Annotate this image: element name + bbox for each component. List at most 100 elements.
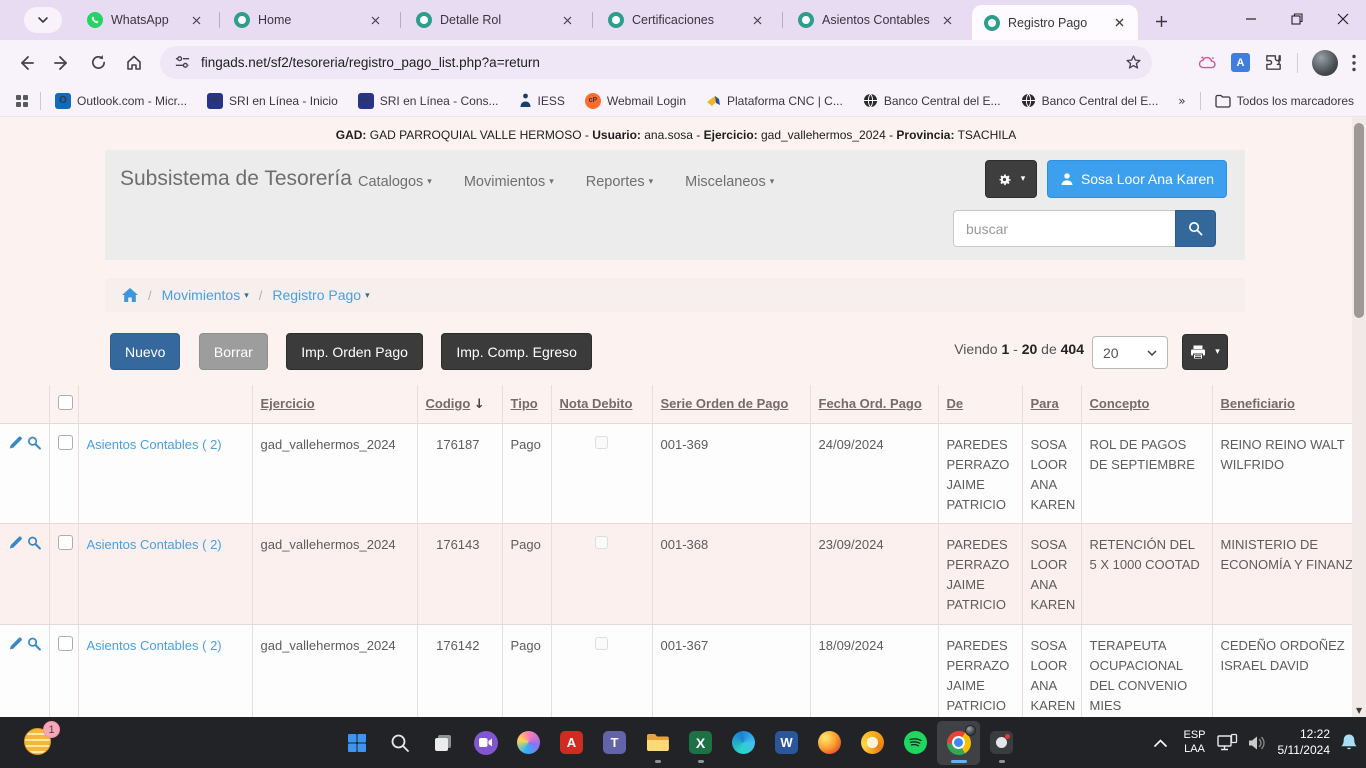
header-codigo[interactable]: Codigo ↓ [417,385,502,423]
tab-home[interactable]: Home [222,0,394,40]
vertical-scrollbar-thumb[interactable] [1354,123,1364,318]
row-checkbox[interactable] [58,636,73,651]
word-button[interactable]: W [765,721,808,765]
taskbar-search-button[interactable] [378,721,421,765]
windows-start-button[interactable] [335,721,378,765]
bookmark-banco-central-1[interactable]: Banco Central del E... [863,93,1001,108]
extensions-puzzle-icon[interactable] [1264,53,1283,72]
header-nota-debito[interactable]: Nota Debito [551,385,652,423]
header-serie-orden-pago[interactable]: Serie Orden de Pago [652,385,810,423]
edit-pencil-icon[interactable] [9,636,23,651]
tab-close-icon[interactable] [748,11,766,29]
excel-button[interactable]: X [679,721,722,765]
edit-pencil-icon[interactable] [9,535,23,550]
notification-bell-icon[interactable] [1340,733,1358,752]
asientos-contables-link[interactable]: Asientos Contables ( 2) [87,537,222,552]
file-explorer-button[interactable] [636,721,679,765]
breadcrumb-movimientos[interactable]: Movimientos▾ [162,287,249,303]
profile-avatar[interactable] [1312,50,1338,76]
edit-pencil-icon[interactable] [9,435,23,450]
task-view-button[interactable] [421,721,464,765]
row-checkbox[interactable] [58,435,73,450]
tab-close-icon[interactable] [1110,14,1128,32]
reload-button[interactable] [82,47,114,79]
spotify-button[interactable] [894,721,937,765]
menu-reportes[interactable]: Reportes▾ [586,174,653,190]
site-settings-icon[interactable] [174,54,191,71]
view-magnifier-icon[interactable] [27,535,41,550]
browser-menu-kebab-icon[interactable] [1352,54,1356,72]
bookmark-cnc[interactable]: Plataforma CNC | C... [706,93,843,108]
chrome-secondary-profile-button[interactable] [851,721,894,765]
menu-catalogos[interactable]: Catalogos▾ [358,174,432,190]
select-all-checkbox[interactable] [49,385,78,423]
chrome-active-button[interactable] [937,721,980,765]
bookmarks-overflow-chevron[interactable]: » [1178,94,1185,108]
back-button[interactable] [10,47,42,79]
bookmark-webmail[interactable]: cP Webmail Login [585,93,686,109]
extension-cloud-icon[interactable] [1197,54,1217,72]
imp-comp-egreso-button[interactable]: Imp. Comp. Egreso [441,333,592,370]
tab-close-icon[interactable] [187,11,205,29]
print-dropdown-button[interactable]: ▾ [1182,334,1228,370]
tab-registro-pago-active[interactable]: Registro Pago [972,5,1138,40]
bookmark-outlook[interactable]: O Outlook.com - Micr... [55,93,187,109]
search-input[interactable] [953,210,1175,247]
nuevo-button[interactable]: Nuevo [110,333,180,370]
header-beneficiario[interactable]: Beneficiario [1212,385,1352,423]
header-ejercicio[interactable]: Ejercicio [252,385,417,423]
bookmark-sri-consultas[interactable]: SRI SRI en Línea - Cons... [358,93,499,109]
home-icon[interactable] [122,288,138,302]
tab-whatsapp[interactable]: WhatsApp [75,0,215,40]
edge-button[interactable] [722,721,765,765]
header-para[interactable]: Para [1022,385,1081,423]
forward-button[interactable] [46,47,78,79]
header-de[interactable]: De [938,385,1022,423]
scroll-down-arrow-icon[interactable]: ▼ [1356,706,1362,715]
breadcrumb-registro-pago[interactable]: Registro Pago▾ [272,287,369,303]
bookmark-sri-inicio[interactable]: SRI SRI en Línea - Inicio [207,93,338,109]
apps-grid-icon[interactable] [14,93,30,109]
url-bar[interactable]: fingads.net/sf2/tesoreria/registro_pago_… [160,46,1152,79]
bookmark-iess[interactable]: IESS [519,93,565,108]
clock-datetime[interactable]: 12:22 5/11/2024 [1278,727,1331,758]
acrobat-button[interactable]: A [550,721,593,765]
all-bookmarks-folder[interactable]: Todos los marcadores [1215,94,1354,108]
settings-gear-button[interactable]: ▾ [985,160,1037,198]
home-button[interactable] [118,47,150,79]
imp-orden-pago-button[interactable]: Imp. Orden Pago [286,333,423,370]
volume-icon[interactable] [1248,735,1268,751]
user-profile-button[interactable]: Sosa Loor Ana Karen [1047,160,1227,198]
tab-search-chevron-button[interactable] [24,7,62,33]
row-checkbox[interactable] [58,535,73,550]
tray-chevron-up-icon[interactable] [1154,739,1167,747]
vertical-scrollbar[interactable]: ▼ [1352,117,1366,717]
header-tipo[interactable]: Tipo [502,385,551,423]
window-minimize-button[interactable] [1228,0,1274,38]
header-concepto[interactable]: Concepto [1081,385,1212,423]
borrar-button[interactable]: Borrar [199,333,268,370]
coins-notification-icon[interactable]: 1 [24,728,54,758]
bookmark-banco-central-2[interactable]: Banco Central del E... [1021,93,1159,108]
tab-close-icon[interactable] [558,11,576,29]
bookmark-star-icon[interactable] [1125,54,1142,71]
search-button[interactable] [1175,210,1216,247]
page-size-select[interactable]: 20 [1092,336,1168,369]
tab-asientos-contables[interactable]: Asientos Contables [786,0,966,40]
menu-miscelaneos[interactable]: Miscelaneos▾ [685,174,774,190]
menu-movimientos[interactable]: Movimientos▾ [464,174,554,190]
video-call-app-button[interactable] [464,721,507,765]
asientos-contables-link[interactable]: Asientos Contables ( 2) [87,437,222,452]
network-icon[interactable] [1216,733,1238,753]
asientos-contables-link[interactable]: Asientos Contables ( 2) [87,638,222,653]
window-restore-button[interactable] [1274,0,1320,38]
firefox-button[interactable] [808,721,851,765]
tab-detalle-rol[interactable]: Detalle Rol [404,0,586,40]
dev-app-button[interactable] [980,721,1023,765]
window-close-button[interactable] [1320,0,1366,38]
view-magnifier-icon[interactable] [27,435,41,450]
copilot-button[interactable] [507,721,550,765]
view-magnifier-icon[interactable] [27,636,41,651]
translate-icon[interactable]: A [1231,53,1250,72]
language-indicator[interactable]: ESP LAA [1183,729,1205,757]
